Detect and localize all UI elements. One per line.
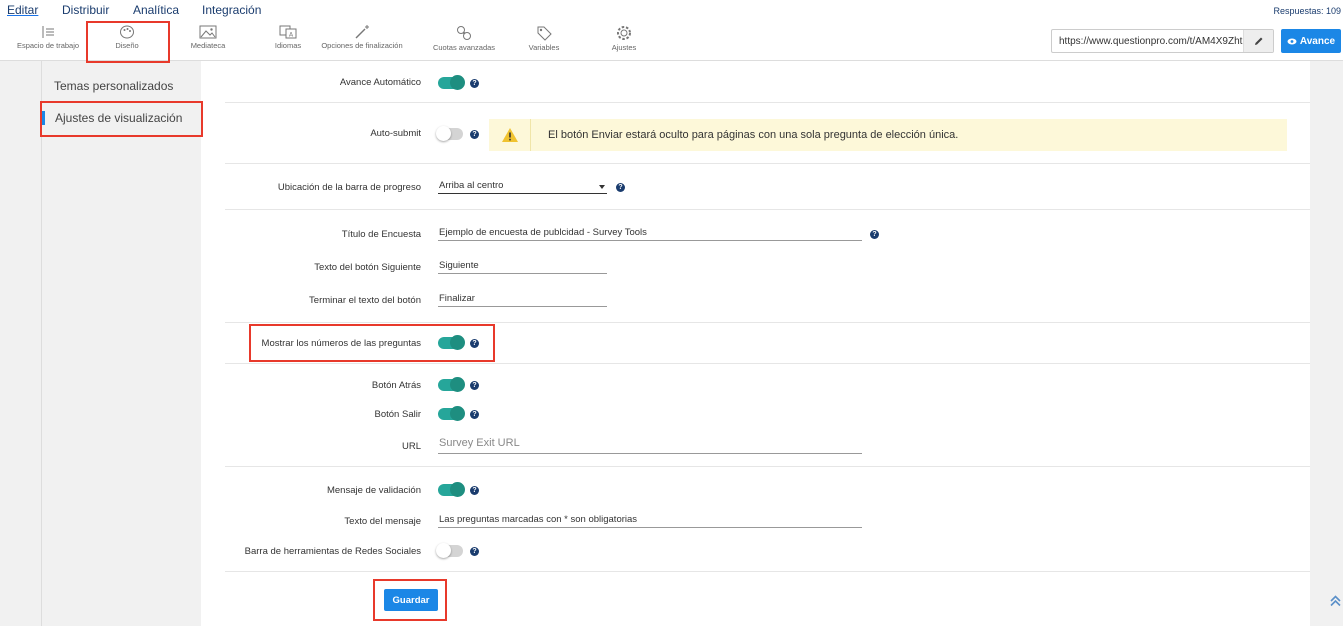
help-icon[interactable]: ? <box>470 547 479 556</box>
question-numbers-toggle[interactable] <box>438 335 465 350</box>
save-button[interactable]: Guardar <box>384 589 438 611</box>
survey-url-field[interactable]: https://www.questionpro.com/t/AM4X9ZhtbA <box>1051 29 1274 53</box>
divider <box>225 363 1310 364</box>
preview-label: Avance <box>1299 35 1336 47</box>
help-icon[interactable]: ? <box>470 79 479 88</box>
finish-button-label: Terminar el texto del botón <box>309 295 421 306</box>
validation-message-label: Mensaje de validación <box>326 485 421 496</box>
nav-editar[interactable]: Editar <box>7 3 38 17</box>
social-toolbar-toggle[interactable] <box>436 543 463 558</box>
nav-integracion[interactable]: Integración <box>202 3 261 17</box>
back-button-toggle[interactable] <box>438 377 465 392</box>
preview-button[interactable]: Avance <box>1281 29 1341 53</box>
nav-analitica[interactable]: Analítica <box>133 3 179 17</box>
auto-submit-warning: El botón Enviar estará oculto para págin… <box>489 119 1287 151</box>
divider <box>225 209 1310 210</box>
language-icon: A <box>279 25 297 39</box>
warning-icon <box>489 119 531 151</box>
eye-icon <box>1287 38 1297 44</box>
exit-button-label: Botón Salir <box>374 409 421 420</box>
top-navigation: Editar Distribuir Analítica Integración … <box>0 0 1343 22</box>
message-text-input[interactable]: Las preguntas marcadas con * son obligat… <box>438 514 862 528</box>
workspace-icon <box>42 26 54 38</box>
next-button-label: Texto del botón Siguiente <box>314 262 421 273</box>
divider <box>225 163 1310 164</box>
edit-url-button[interactable] <box>1243 30 1273 52</box>
tool-label: Opciones de finalización <box>321 41 403 50</box>
finish-button-input[interactable]: Finalizar <box>438 293 607 307</box>
progress-bar-value: Arriba al centro <box>439 180 504 191</box>
gear-icon <box>617 26 631 40</box>
divider <box>225 102 1310 103</box>
tool-label: Ajustes <box>611 43 637 52</box>
scroll-to-top-button[interactable] <box>1329 594 1342 612</box>
help-icon[interactable]: ? <box>470 410 479 419</box>
nav-distribuir[interactable]: Distribuir <box>62 3 109 17</box>
responses-count: Respuestas: 109 <box>1273 6 1341 16</box>
back-button-label: Botón Atrás <box>371 380 421 391</box>
validation-message-toggle[interactable] <box>438 482 465 497</box>
tag-icon <box>537 26 552 41</box>
survey-url-text: https://www.questionpro.com/t/AM4X9ZhtbA <box>1059 36 1246 47</box>
display-settings-panel: Avance Automático ? Auto-submit ? El bot… <box>201 61 1310 626</box>
survey-title-label: Título de Encuesta <box>341 229 421 240</box>
tool-settings[interactable]: Ajustes <box>576 25 672 52</box>
chevron-down-icon <box>599 185 605 189</box>
next-button-input[interactable]: Siguiente <box>438 260 607 274</box>
exit-button-toggle[interactable] <box>438 406 465 421</box>
double-chevron-up-icon <box>1330 595 1341 607</box>
progress-bar-label: Ubicación de la barra de progreso <box>277 182 421 193</box>
tool-label: Espacio de trabajo <box>16 41 80 50</box>
auto-submit-toggle[interactable] <box>436 126 463 141</box>
sidebar-item-display-settings[interactable]: Ajustes de visualización <box>42 111 202 125</box>
help-icon[interactable]: ? <box>470 381 479 390</box>
help-icon[interactable]: ? <box>870 230 879 239</box>
progress-bar-select[interactable]: Arriba al centro <box>438 180 607 194</box>
settings-sidebar: Temas personalizados Ajustes de visualiz… <box>41 61 201 626</box>
auto-submit-label: Auto-submit <box>370 128 421 139</box>
tool-label: Cuotas avanzadas <box>432 43 496 52</box>
divider <box>225 571 1310 572</box>
right-margin <box>1310 61 1343 626</box>
tool-label: Idiomas <box>274 41 302 50</box>
survey-title-input[interactable]: Ejemplo de encuesta de publcidad - Surve… <box>438 227 862 241</box>
design-toolbar: Espacio de trabajo Diseño Mediateca A Id… <box>0 22 1343 61</box>
help-icon[interactable]: ? <box>470 339 479 348</box>
auto-advance-toggle[interactable] <box>438 75 465 90</box>
tool-finish-options[interactable]: Opciones de finalización <box>314 25 410 50</box>
magic-wand-icon <box>355 25 369 39</box>
social-toolbar-label: Barra de herramientas de Redes Sociales <box>244 546 421 557</box>
image-icon <box>199 25 217 39</box>
sidebar-item-custom-themes[interactable]: Temas personalizados <box>42 79 202 93</box>
help-icon[interactable]: ? <box>616 183 625 192</box>
pencil-icon <box>1254 37 1262 45</box>
help-icon[interactable]: ? <box>470 130 479 139</box>
tool-label: Diseño <box>115 41 139 50</box>
exit-url-label: URL <box>401 441 421 452</box>
auto-advance-label: Avance Automático <box>339 77 421 88</box>
exit-url-input[interactable]: Survey Exit URL <box>438 437 862 454</box>
question-numbers-label: Mostrar los números de las preguntas <box>261 338 421 349</box>
tool-label: Variables <box>528 43 560 52</box>
help-icon[interactable]: ? <box>470 486 479 495</box>
quota-icon <box>457 26 471 40</box>
tool-label: Mediateca <box>190 41 226 50</box>
warning-text: El botón Enviar estará oculto para págin… <box>548 129 959 141</box>
palette-icon <box>120 25 134 39</box>
divider <box>225 322 1310 323</box>
message-text-label: Texto del mensaje <box>344 516 421 527</box>
divider <box>225 466 1310 467</box>
